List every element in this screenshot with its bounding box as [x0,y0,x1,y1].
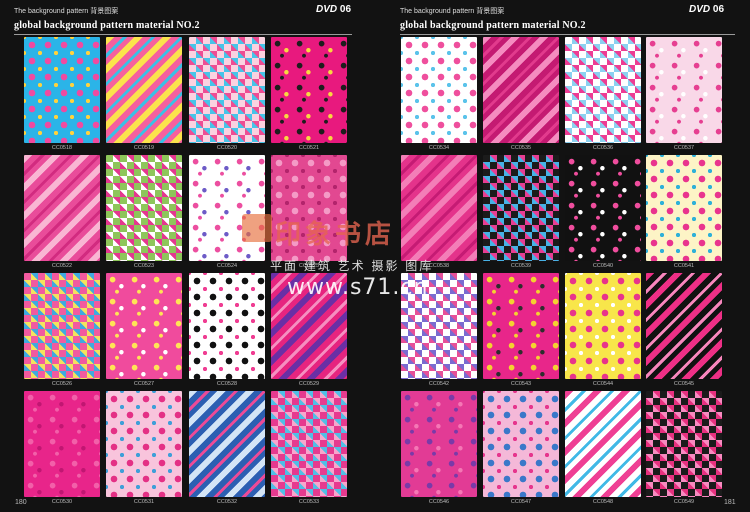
watermark-url: www.s71.cn [287,275,429,300]
pattern-swatch [189,391,265,497]
pattern-code: CC0521 [298,145,320,151]
pattern-code: CC0548 [592,499,614,505]
pattern-swatch [24,273,100,379]
pattern-swatch [271,391,347,497]
pattern-code: CC0535 [510,145,532,151]
pattern-code: CC0529 [298,381,320,387]
pattern-swatch [401,155,477,261]
page-title: global background pattern material NO.2 [400,20,586,31]
pattern-code: CC0518 [51,145,73,151]
pattern-code: CC0543 [510,381,532,387]
pattern-code: CC0523 [133,263,155,269]
pattern-code: CC0530 [51,499,73,505]
watermark-tagline: 平面 建筑 艺术 摄影 图库 [270,259,434,273]
pattern-swatch [483,391,559,497]
pattern-swatch [401,37,477,143]
pattern-code: CC0528 [216,381,238,387]
pattern-code: CC0524 [216,263,238,269]
pattern-code: CC0533 [298,499,320,505]
dvd-number: 06 [712,4,725,15]
pattern-swatch [24,37,100,143]
pattern-swatch [565,273,641,379]
pattern-swatch [483,155,559,261]
pattern-swatch [24,155,100,261]
pattern-code: CC0522 [51,263,73,269]
pattern-swatch [483,37,559,143]
pattern-code: CC0531 [133,499,155,505]
pattern-code: CC0547 [510,499,532,505]
pattern-swatch [401,391,477,497]
pattern-code: CC0532 [216,499,238,505]
dvd-label: DVD [689,4,711,15]
pattern-swatch [106,155,182,261]
pattern-code: CC0542 [428,381,450,387]
pattern-swatch [189,37,265,143]
pattern-code: CC0539 [510,263,532,269]
dvd-label: DVD [316,4,338,15]
pattern-code: CC0526 [51,381,73,387]
page-title: global background pattern material NO.2 [14,20,200,31]
dvd-badge: DVD 06 [316,4,351,15]
pattern-swatch [271,37,347,143]
right-page: The background pattern 背景图案 DVD 06 globa… [375,0,750,512]
pattern-code: CC0540 [592,263,614,269]
pattern-code: CC0534 [428,145,450,151]
pattern-code: CC0544 [592,381,614,387]
dvd-number: 06 [339,4,352,15]
pattern-swatch [106,273,182,379]
left-page: The background pattern 背景图案 DVD 06 globa… [0,0,375,512]
pattern-swatch [189,155,265,261]
page-header: The background pattern 背景图案 [400,8,505,15]
pattern-swatch [565,391,641,497]
pattern-swatch [189,273,265,379]
pattern-swatch [646,273,722,379]
pattern-code: CC0519 [133,145,155,151]
pattern-code: CC0537 [673,145,695,151]
pattern-swatch [24,391,100,497]
pattern-code: CC0546 [428,499,450,505]
pattern-swatch [565,155,641,261]
pattern-swatch [106,391,182,497]
dvd-badge: DVD 06 [689,4,724,15]
pattern-code: CC0549 [673,499,695,505]
pattern-swatch [646,155,722,261]
pattern-swatch [483,273,559,379]
pattern-code: CC0541 [673,263,695,269]
pattern-code: CC0520 [216,145,238,151]
pattern-code: CC0527 [133,381,155,387]
pattern-swatch [646,37,722,143]
pattern-code: CC0545 [673,381,695,387]
page-number: 181 [724,499,736,506]
page-number: 180 [15,499,27,506]
pattern-code: CC0536 [592,145,614,151]
pattern-swatch [106,37,182,143]
pattern-swatch [646,391,722,497]
page-header: The background pattern 背景图案 [14,8,119,15]
watermark-logo-icon [242,214,272,242]
pattern-swatch [565,37,641,143]
watermark-brand: 印象书店 [275,220,396,250]
header-divider [14,34,352,35]
header-divider [400,34,735,35]
